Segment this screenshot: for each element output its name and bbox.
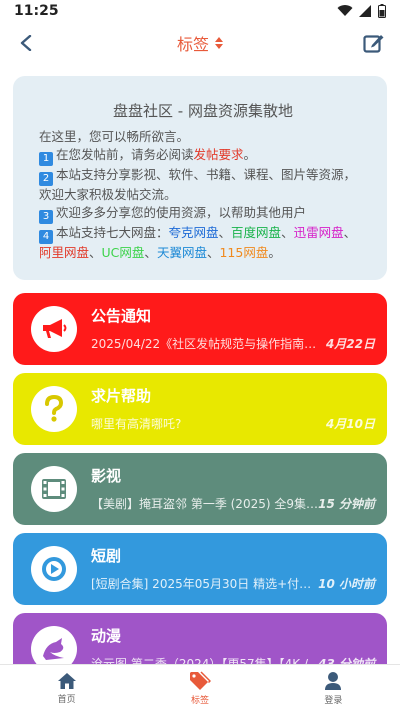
drive-name: 115网盘 bbox=[219, 245, 269, 260]
drive-name: 百度网盘 bbox=[231, 225, 282, 240]
separator: 、 bbox=[343, 225, 357, 240]
post-time: 4月22日 bbox=[325, 337, 375, 351]
separator: 、 bbox=[144, 245, 157, 260]
nav-tags[interactable]: 标签 bbox=[133, 665, 266, 712]
posting-rules-link[interactable]: 发帖要求 bbox=[194, 147, 244, 162]
category-name: 公告通知 bbox=[91, 307, 152, 325]
notice-line-1-end: 。 bbox=[243, 147, 257, 162]
edit-icon bbox=[363, 35, 384, 53]
back-arrow-icon bbox=[20, 35, 32, 51]
category-name: 求片帮助 bbox=[91, 387, 152, 405]
page-title: 标签 bbox=[176, 35, 209, 54]
category-card-announcements[interactable]: 公告通知 2025/04/22《社区发帖规范与操作指南》（... 4月22日 bbox=[13, 293, 387, 365]
notice-end: 。 bbox=[268, 245, 281, 260]
nav-login-label: 登录 bbox=[324, 696, 343, 706]
nav-home-label: 首页 bbox=[57, 695, 76, 705]
notice-line-1: 1 在您发帖前，请务必阅读发帖要求。 bbox=[39, 146, 367, 166]
latest-post[interactable]: 沧元图 第二季（2024）【更57集】【4K / ... bbox=[91, 655, 323, 664]
separator: 、 bbox=[89, 245, 102, 260]
category-card-movies[interactable]: 影视 【美剧】掩耳盗邻 第一季 (2025) 全9集完... 15 分钟前 bbox=[13, 453, 387, 525]
post-time: 15 分钟前 bbox=[318, 497, 375, 511]
notice-line-2-text: 本站支持分享影视、软件、书籍、课程、图片等资源，欢迎大家积极发帖交流。 bbox=[39, 167, 357, 202]
category-badge bbox=[31, 466, 77, 512]
notice-line-2: 2 本站支持分享影视、软件、书籍、课程、图片等资源，欢迎大家积极发帖交流。 bbox=[39, 166, 367, 204]
latest-post[interactable]: 【美剧】掩耳盗邻 第一季 (2025) 全9集完... bbox=[91, 495, 323, 512]
separator: 、 bbox=[218, 225, 232, 240]
status-bar: 11:25 bbox=[0, 0, 400, 22]
user-icon bbox=[325, 672, 342, 690]
battery-icon bbox=[378, 4, 386, 18]
post-time: 4月10日 bbox=[325, 417, 375, 431]
notice-panel: 盘盘社区 - 网盘资源集散地 在这里，您可以畅所欲言。 1 在您发帖前，请务必阅读… bbox=[13, 76, 387, 280]
megaphone-icon bbox=[43, 319, 67, 338]
post-time: 43 分钟前 bbox=[318, 657, 375, 664]
notice-line-4-text: 本站支持七大网盘： bbox=[56, 225, 169, 240]
category-badge bbox=[31, 546, 77, 592]
status-time: 11:25 bbox=[14, 3, 59, 19]
category-card-requests[interactable]: 求片帮助 哪里有高清哪吒? 4月10日 bbox=[13, 373, 387, 445]
notice-title: 盘盘社区 - 网盘资源集散地 bbox=[113, 102, 293, 120]
post-time: 10 小时前 bbox=[318, 577, 375, 591]
notice-line-3: 3 欢迎多多分享您的使用资源，以帮助其他用户 bbox=[39, 204, 367, 224]
notice-intro: 在这里，您可以畅所欲言。 bbox=[39, 129, 190, 144]
notice-line-3-text: 欢迎多多分享您的使用资源，以帮助其他用户 bbox=[56, 205, 307, 220]
drive-name: 夸克网盘 bbox=[168, 225, 219, 240]
number-badge: 2 bbox=[39, 172, 53, 186]
category-badge bbox=[31, 386, 77, 432]
play-icon bbox=[42, 557, 66, 581]
separator: 、 bbox=[281, 225, 294, 240]
home-icon bbox=[57, 673, 76, 689]
category-name: 影视 bbox=[91, 467, 122, 485]
tag-selector[interactable]: 标签 bbox=[177, 31, 223, 55]
category-badge bbox=[31, 626, 77, 664]
number-badge: 1 bbox=[39, 152, 53, 166]
category-badge bbox=[31, 306, 77, 352]
category-card-anime[interactable]: 动漫 沧元图 第二季（2024）【更57集】【4K / ... 43 分钟前 bbox=[13, 613, 387, 664]
film-icon bbox=[42, 479, 66, 499]
latest-post[interactable]: 2025/04/22《社区发帖规范与操作指南》（... bbox=[91, 335, 323, 352]
content: 盘盘社区 - 网盘资源集散地 在这里，您可以畅所欲言。 1 在您发帖前，请务必阅读… bbox=[0, 64, 400, 664]
latest-post[interactable]: 哪里有高清哪吒? bbox=[91, 415, 323, 432]
drive-name: UC网盘 bbox=[101, 245, 145, 260]
question-icon bbox=[45, 395, 64, 422]
number-badge: 3 bbox=[39, 210, 53, 224]
drive-name: 天翼网盘 bbox=[156, 245, 207, 260]
drive-name: 阿里网盘 bbox=[39, 245, 90, 260]
back-button[interactable] bbox=[12, 29, 40, 57]
wifi-icon bbox=[337, 5, 353, 17]
nav-tags-label: 标签 bbox=[190, 696, 209, 706]
separator: 、 bbox=[206, 245, 220, 260]
notice-line-4: 4 本站支持七大网盘：夸克网盘、百度网盘、迅雷网盘、阿里网盘、UC网盘、天翼网盘、… bbox=[39, 224, 367, 262]
nav-login[interactable]: 登录 bbox=[267, 665, 400, 712]
dragon-icon bbox=[43, 638, 64, 660]
number-badge: 4 bbox=[39, 230, 53, 244]
latest-post[interactable]: [短剧合集] 2025年05月30日 精选+付费短剧... bbox=[91, 575, 323, 592]
compose-button[interactable] bbox=[360, 29, 388, 57]
tag-icon bbox=[189, 671, 211, 690]
drive-name: 迅雷网盘 bbox=[293, 225, 344, 240]
category-name: 动漫 bbox=[91, 627, 122, 645]
category-name: 短剧 bbox=[91, 547, 122, 565]
app-bar: 标签 bbox=[0, 22, 400, 64]
notice-line-1-text: 在您发帖前，请务必阅读 bbox=[56, 147, 194, 162]
nav-home[interactable]: 首页 bbox=[0, 665, 133, 712]
status-icons bbox=[337, 4, 386, 18]
signal-icon bbox=[359, 5, 371, 17]
bottom-nav: 首页 标签 登录 bbox=[0, 664, 400, 712]
sort-arrows-icon bbox=[215, 37, 223, 49]
category-card-short-drama[interactable]: 短剧 [短剧合集] 2025年05月30日 精选+付费短剧... 10 小时前 bbox=[13, 533, 387, 605]
